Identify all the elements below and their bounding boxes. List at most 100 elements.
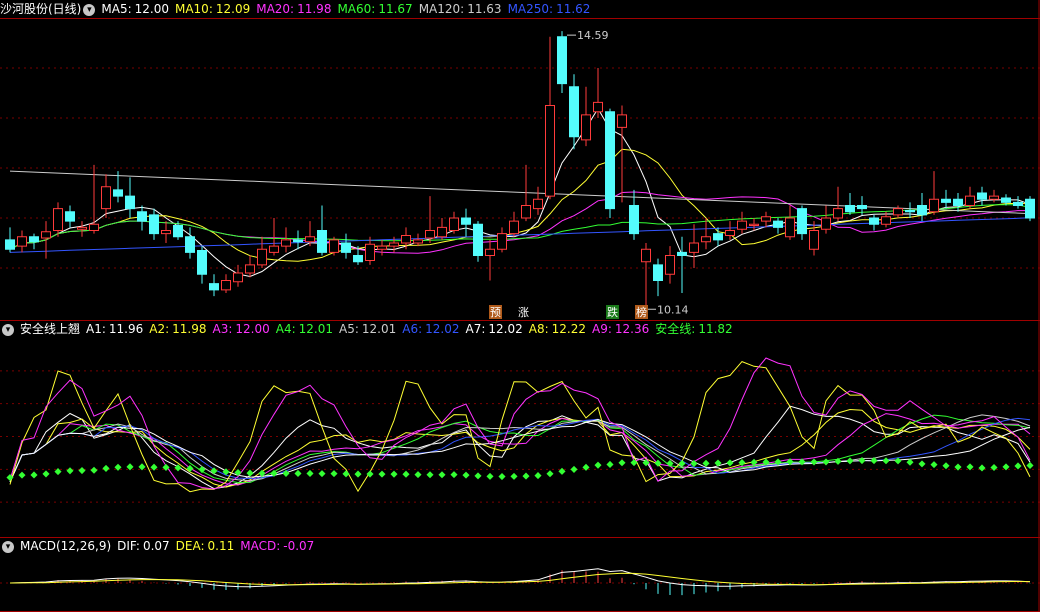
candle-body [497, 233, 507, 250]
candle-body [893, 208, 903, 216]
chevron-down-icon[interactable]: ▾ [83, 3, 96, 16]
safe-legend: ▾ 安全线上翘 A1: 11.96 A2: 11.98 A3: 12.00 A4: 12.01 A5… [0, 320, 745, 338]
candle-body [197, 250, 207, 275]
legend-item: MA20: 11.98 [256, 2, 331, 16]
legend-value: 11.63 [467, 2, 502, 16]
legend-value: 11.82 [698, 322, 733, 336]
stock-title[interactable]: 沙河股份(日线) [0, 2, 81, 16]
legend-label: A4: [275, 322, 296, 336]
candle-body [473, 223, 483, 256]
candle-body [905, 210, 915, 213]
legend-label: 安全线: [655, 322, 696, 336]
candle-body [365, 243, 375, 261]
candle-body [341, 242, 351, 253]
candle-body [941, 198, 951, 203]
candle-body [161, 230, 171, 235]
candle-body [521, 205, 531, 219]
legend-item: MA5: 12.00 [101, 2, 169, 16]
candle-body [869, 217, 879, 225]
legend-label: A1: [86, 322, 106, 336]
candle-body [317, 230, 327, 253]
candle-body [605, 111, 615, 210]
signal-tag-text: 跌 [607, 305, 618, 319]
legend-value: 11.67 [378, 2, 413, 16]
candle-body [77, 226, 87, 230]
signal-tag-text: 预 [490, 306, 501, 319]
candle-body [29, 236, 39, 243]
candle-body [353, 255, 363, 263]
candle-body [437, 226, 447, 238]
candle-body [761, 216, 771, 222]
candle-body [65, 211, 75, 222]
candle-body [413, 239, 423, 244]
legend-label: A9: [592, 322, 612, 336]
candle-body [17, 236, 27, 247]
legend-label: MA250: [507, 2, 554, 16]
legend-label: MA10: [174, 2, 213, 16]
candle-body [425, 230, 435, 239]
candle-body [749, 223, 759, 226]
candle-body [305, 236, 315, 243]
signal-tag-text: 榜 [636, 305, 647, 319]
candle-body [389, 242, 399, 247]
legend-value: -0.07 [283, 539, 315, 553]
candle-body [449, 217, 459, 231]
legend-item: A6: 12.02 [402, 322, 459, 336]
legend-item: A5: 12.01 [339, 322, 396, 336]
legend-value: 12.02 [425, 322, 460, 336]
candle-body [581, 114, 591, 141]
legend-item: DEA: 0.11 [176, 539, 235, 553]
indicator-title[interactable]: 安全线上翘 [20, 322, 80, 336]
candle-body [593, 101, 603, 113]
legend-item: MA60: 11.67 [337, 2, 412, 16]
legend-label: MA5: [101, 2, 132, 16]
candle-body [965, 195, 975, 206]
macd-title[interactable]: MACD(12,26,9) [20, 539, 111, 553]
legend-label: A6: [402, 322, 423, 336]
legend-value: 0.07 [142, 539, 170, 553]
legend-item: A3: 12.00 [213, 322, 270, 336]
candle-body [41, 231, 51, 239]
candle-body [773, 220, 783, 228]
legend-value: 12.09 [215, 2, 251, 16]
legend-value: 12.00 [235, 322, 270, 336]
chevron-down-icon[interactable]: ▾ [2, 540, 14, 553]
legend-item: DIF: 0.07 [117, 539, 170, 553]
candle-body [665, 255, 675, 275]
candle-body [509, 220, 519, 235]
candle-body [1025, 198, 1035, 219]
candle-body [569, 86, 579, 138]
legend-label: DEA: [175, 539, 205, 553]
candle-body [245, 264, 255, 274]
legend-item: A4: 12.01 [276, 322, 333, 336]
legend-value: 11.62 [556, 2, 591, 16]
candle-body [101, 186, 111, 210]
legend-value: 12.01 [361, 322, 397, 336]
candle-body [677, 251, 687, 256]
candle-body [809, 230, 819, 250]
candle-body [377, 245, 387, 250]
candle-body [401, 235, 411, 244]
legend-value: 12.22 [551, 322, 587, 336]
candle-body [113, 189, 123, 197]
candle-body [845, 205, 855, 213]
candle-body [533, 198, 543, 210]
candle-body [917, 205, 927, 216]
candle-body [953, 198, 963, 206]
legend-value: 11.98 [297, 2, 332, 16]
candle-body [89, 223, 99, 231]
legend-item: MA250: 11.62 [508, 2, 591, 16]
candle-body [461, 217, 471, 225]
legend-item: MA120: 11.63 [419, 2, 502, 16]
legend-item: A8: 12.22 [529, 322, 586, 336]
legend-label: A2: [149, 322, 170, 336]
legend-item: 安全线: 11.82 [655, 322, 732, 336]
candle-body [545, 105, 555, 197]
chevron-down-icon[interactable]: ▾ [2, 323, 14, 336]
candle-body [629, 205, 639, 235]
high-price-label: 14.59 [577, 29, 609, 42]
candle-body [485, 248, 495, 256]
candle-body [557, 36, 567, 85]
legend-label: MA20: [256, 2, 295, 16]
candle-body [257, 248, 267, 266]
